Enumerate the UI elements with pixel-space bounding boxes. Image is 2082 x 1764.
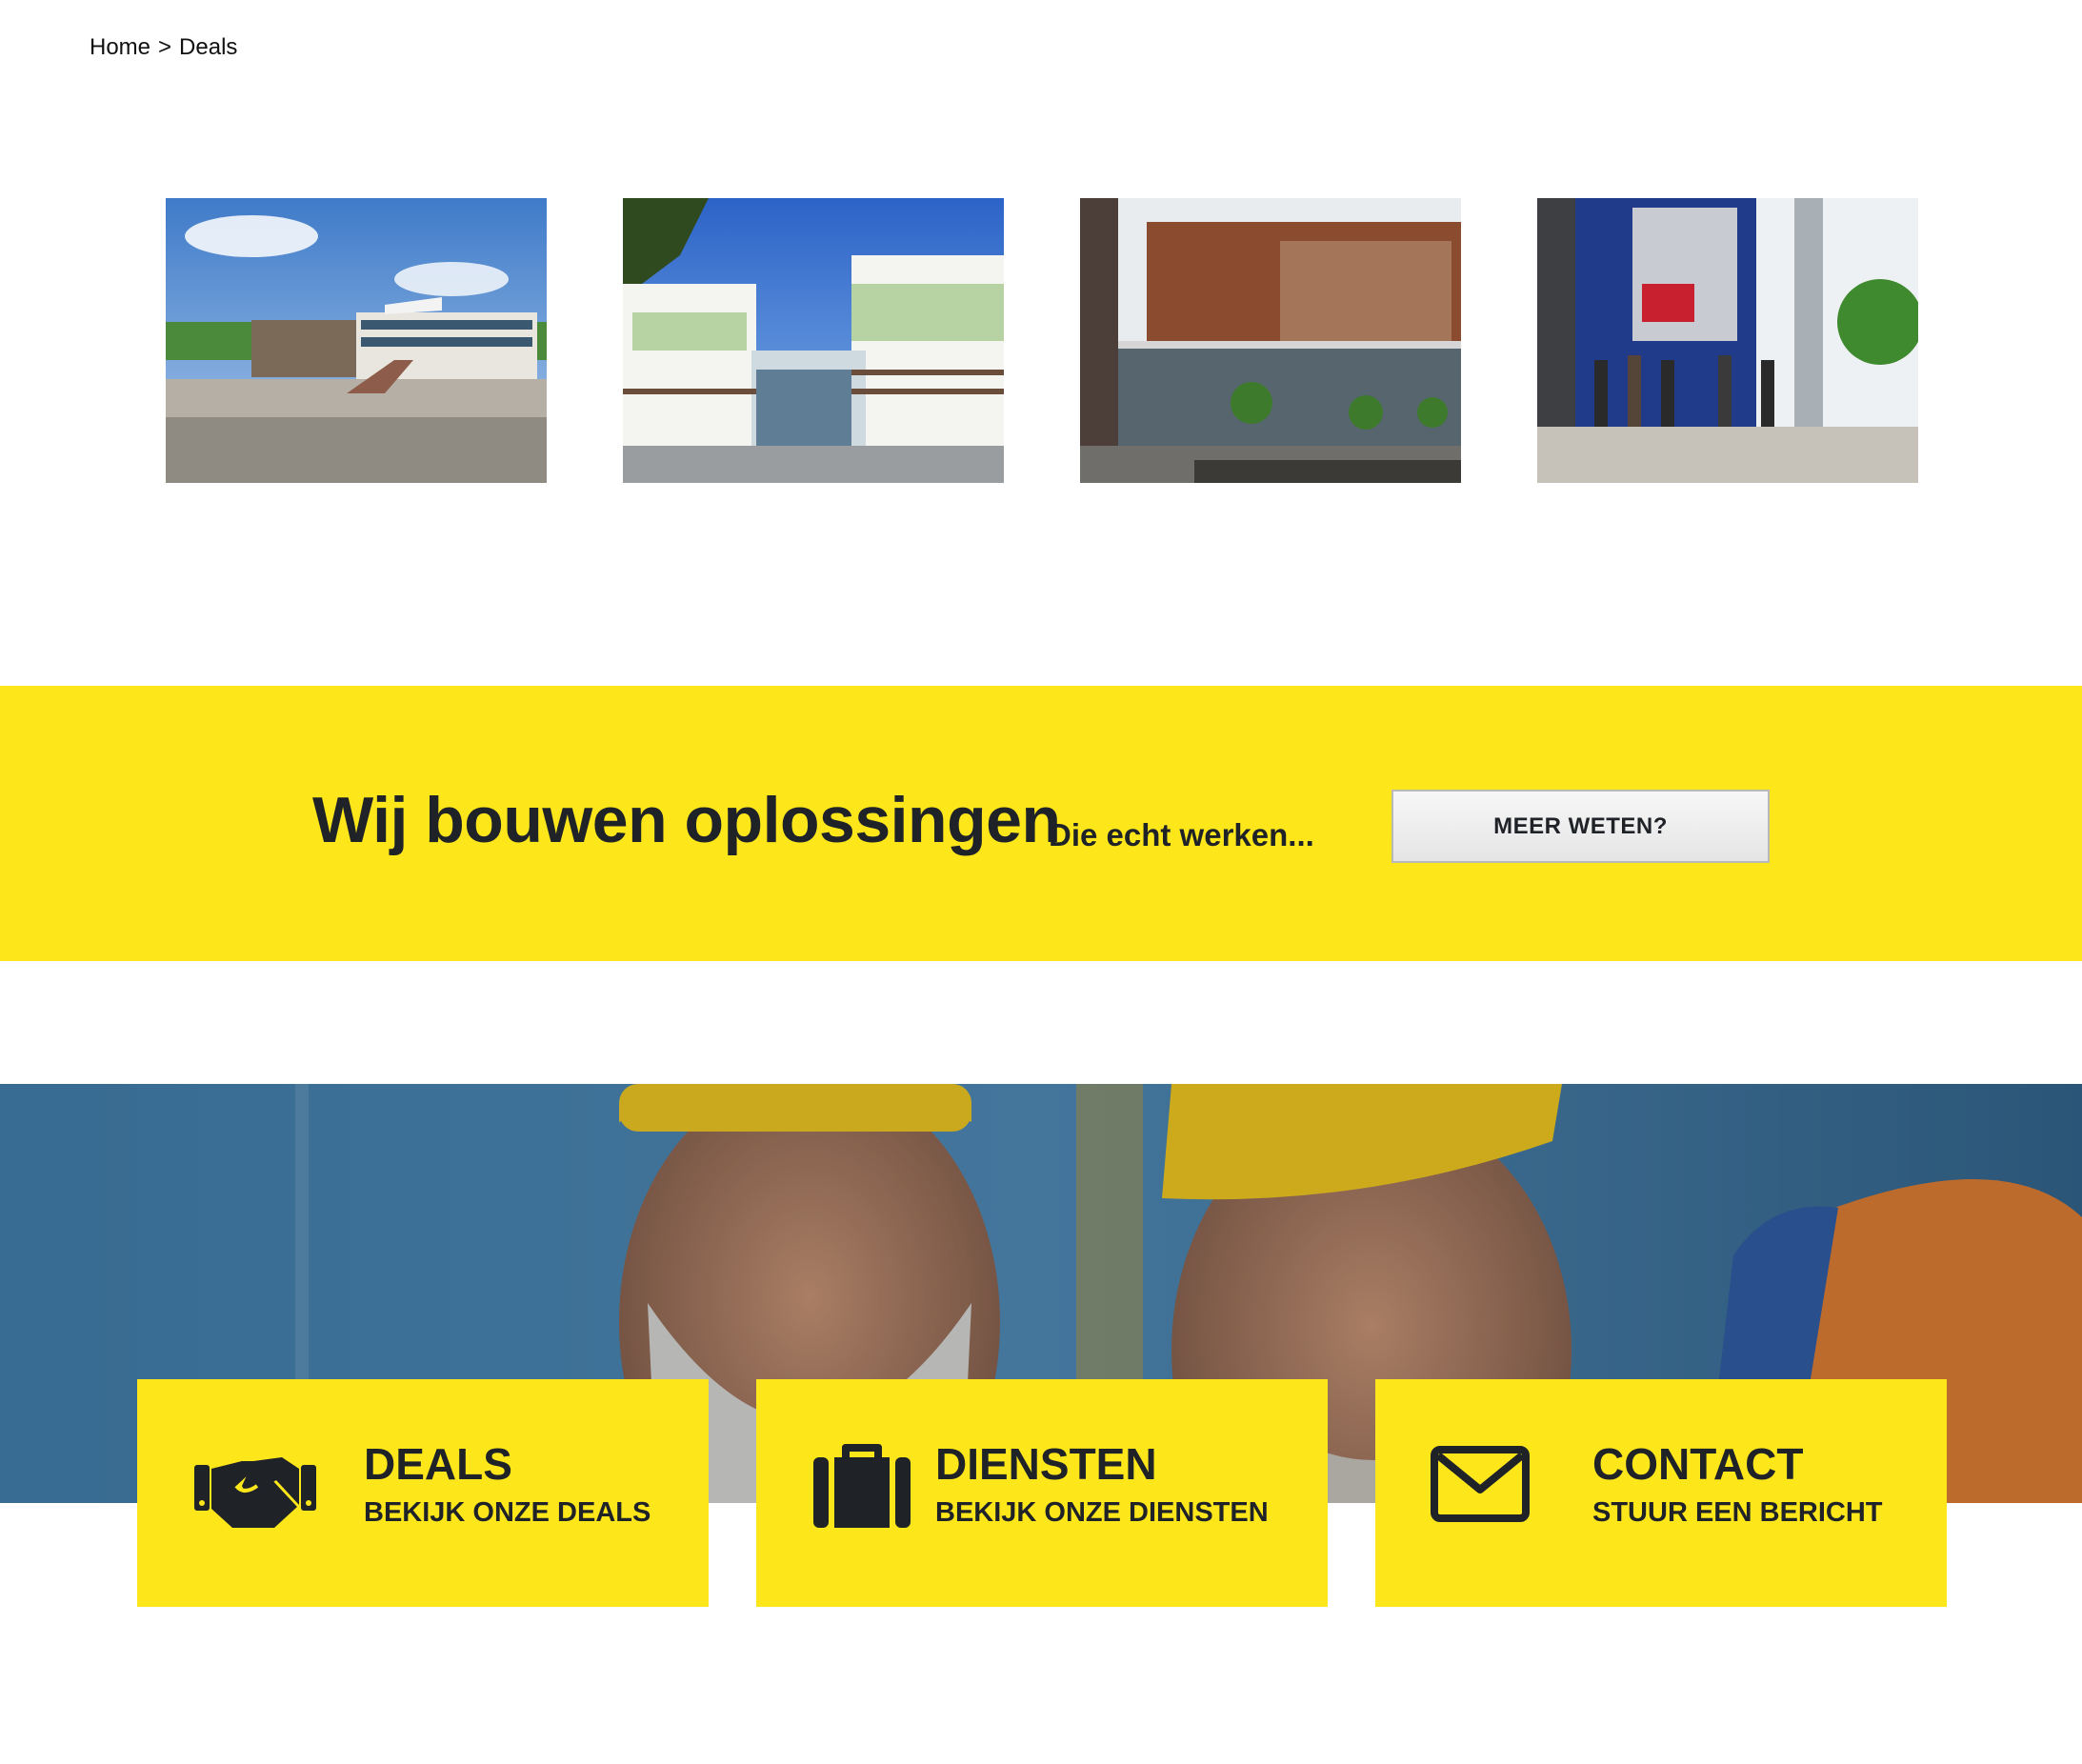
deals-card[interactable]: DEALS BEKIJK ONZE DEALS xyxy=(137,1379,709,1607)
handshake-icon xyxy=(194,1457,316,1528)
building-photo-3[interactable] xyxy=(1080,198,1461,483)
contact-subtitle: STUUR EEN BERICHT xyxy=(1592,1497,1883,1528)
diensten-card[interactable]: DIENSTEN BEKIJK ONZE DIENSTEN xyxy=(756,1379,1328,1607)
briefcase-icon xyxy=(813,1444,911,1528)
building-photo-4[interactable] xyxy=(1537,198,1918,483)
diensten-title: DIENSTEN xyxy=(935,1439,1157,1489)
contact-title: CONTACT xyxy=(1592,1439,1804,1489)
deals-title: DEALS xyxy=(364,1439,512,1489)
contact-card[interactable]: CONTACT STUUR EEN BERICHT xyxy=(1375,1379,1947,1607)
breadcrumb-home-link[interactable]: Home xyxy=(90,34,150,61)
deals-subtitle: BEKIJK ONZE DEALS xyxy=(364,1497,651,1528)
diensten-subtitle: BEKIJK ONZE DIENSTEN xyxy=(935,1497,1269,1528)
cta-subtitle: Die echt werken... xyxy=(1049,817,1314,852)
breadcrumb: Home > Deals xyxy=(90,34,237,61)
breadcrumb-current: Deals xyxy=(179,34,238,60)
meer-weten-button[interactable]: MEER WETEN? xyxy=(1391,790,1770,863)
building-photo-2[interactable] xyxy=(623,198,1004,483)
cta-title: Wij bouwen oplossingen xyxy=(312,784,1061,856)
envelope-icon xyxy=(1431,1446,1530,1522)
page: Home > Deals Wij bouwen oplossingen Die … xyxy=(0,0,2082,1764)
building-photo-1[interactable] xyxy=(166,198,547,483)
breadcrumb-separator: > xyxy=(158,34,172,60)
